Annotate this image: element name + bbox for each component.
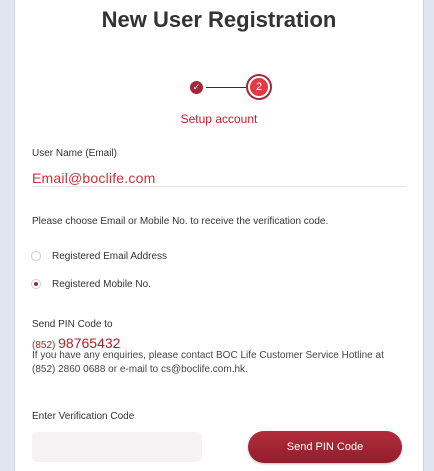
registration-card: New User Registration ✓ 2 Setup account … xyxy=(14,0,424,471)
enquiry-info: If you have any enquiries, please contac… xyxy=(32,350,384,375)
radio-email[interactable] xyxy=(31,251,41,261)
verification-code-label: Enter Verification Code xyxy=(32,411,135,422)
send-pin-button[interactable]: Send PIN Code xyxy=(248,431,402,463)
radio-mobile[interactable] xyxy=(31,279,41,289)
step-connector xyxy=(206,87,246,88)
username-field[interactable]: Email@boclife.com xyxy=(32,170,155,186)
radio-mobile-label: Registered Mobile No. xyxy=(52,278,151,290)
step-2-current: 2 xyxy=(246,74,272,100)
radio-option-mobile[interactable]: Registered Mobile No. xyxy=(31,276,151,292)
verification-code-input[interactable] xyxy=(32,432,202,462)
send-pin-label: Send PIN Code to xyxy=(32,319,113,330)
username-label: User Name (Email) xyxy=(32,148,118,159)
step-indicator: ✓ 2 xyxy=(172,74,284,100)
radio-option-email[interactable]: Registered Email Address xyxy=(31,248,167,264)
step-label: Setup account xyxy=(180,112,258,126)
verification-instruction: Please choose Email or Mobile No. to rec… xyxy=(32,216,329,227)
username-underline xyxy=(32,186,406,187)
page-title: New User Registration xyxy=(101,7,337,32)
radio-email-label: Registered Email Address xyxy=(52,250,168,262)
step-2-number: 2 xyxy=(250,78,268,96)
step-1-complete-check-icon: ✓ xyxy=(190,81,203,94)
